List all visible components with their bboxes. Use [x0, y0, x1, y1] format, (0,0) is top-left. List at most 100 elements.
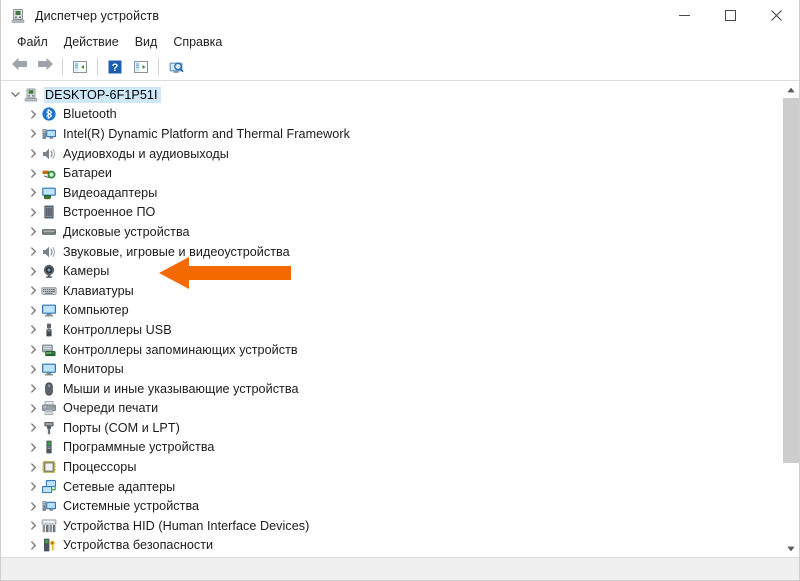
tree-item-computer[interactable]: Компьютер [1, 301, 782, 321]
chevron-right-icon[interactable] [25, 381, 41, 397]
chevron-right-icon[interactable] [25, 479, 41, 495]
port-icon [41, 420, 57, 436]
tree-item-system-devices[interactable]: Системные устройства [1, 496, 782, 516]
firmware-icon [41, 204, 57, 220]
tree-item-label: Батареи [63, 166, 113, 181]
chevron-down-icon[interactable] [7, 87, 23, 103]
toolbar: ? [1, 53, 799, 81]
tree-item-firmware[interactable]: Встроенное ПО [1, 203, 782, 223]
chevron-right-icon[interactable] [25, 224, 41, 240]
tree-item-sound-video-game[interactable]: Звуковые, игровые и видеоустройства [1, 242, 782, 262]
tree-item-label: Дисковые устройства [63, 224, 190, 239]
chevron-right-icon[interactable] [25, 185, 41, 201]
tree-item-display-adapters[interactable]: Видеоадаптеры [1, 183, 782, 203]
tree-item-intel-dynamic-platform[interactable]: Intel(R) Dynamic Platform and Thermal Fr… [1, 124, 782, 144]
menu-view[interactable]: Вид [127, 33, 166, 51]
tree-item-software-devices[interactable]: Программные устройства [1, 438, 782, 458]
device-tree[interactable]: DESKTOP-6F1P51I Bluetooth Intel(R) Dynam… [1, 81, 782, 557]
tree-item-storage-controllers[interactable]: Контроллеры запоминающих устройств [1, 340, 782, 360]
tree-root-label: DESKTOP-6F1P51I [44, 86, 161, 103]
tree-item-label: Intel(R) Dynamic Platform and Thermal Fr… [63, 126, 350, 141]
tree-item-label: Сетевые адаптеры [63, 479, 176, 494]
speaker-icon [41, 146, 57, 162]
arrow-right-icon [37, 57, 54, 76]
tree-item-security-devices[interactable]: Устройства безопасности [1, 536, 782, 556]
speaker-icon [41, 244, 57, 260]
properties-icon [133, 59, 149, 75]
tree-item-imaging-devices[interactable]: Устройства обработки изображений [1, 555, 782, 557]
tree-item-label: Видеоадаптеры [63, 185, 158, 200]
tree-item-keyboards[interactable]: Клавиатуры [1, 281, 782, 301]
tree-item-batteries[interactable]: Батареи [1, 163, 782, 183]
chevron-right-icon[interactable] [25, 420, 41, 436]
tree-root-item[interactable]: DESKTOP-6F1P51I [1, 85, 782, 105]
chevron-right-icon[interactable] [25, 322, 41, 338]
tree-item-monitors[interactable]: Мониторы [1, 359, 782, 379]
chevron-right-icon[interactable] [25, 518, 41, 534]
software-device-icon [41, 439, 57, 455]
tree-item-label: Аудиовходы и аудиовыходы [63, 146, 229, 161]
menu-help[interactable]: Справка [165, 33, 230, 51]
window-title: Диспетчер устройств [35, 8, 160, 23]
chevron-right-icon[interactable] [25, 146, 41, 162]
scrollbar-down-arrow[interactable] [783, 540, 799, 557]
show-hide-console-tree-button[interactable] [67, 55, 93, 79]
tree-item-print-queues[interactable]: Очереди печати [1, 399, 782, 419]
scan-hardware-changes-button[interactable] [163, 55, 189, 79]
chevron-right-icon[interactable] [25, 498, 41, 514]
tree-item-ports[interactable]: Порты (COM и LPT) [1, 418, 782, 438]
tree-item-disk-drives[interactable]: Дисковые устройства [1, 222, 782, 242]
tree-item-hid-devices[interactable]: Устройства HID (Human Interface Devices) [1, 516, 782, 536]
menu-action[interactable]: Действие [56, 33, 127, 51]
chevron-right-icon[interactable] [25, 126, 41, 142]
chevron-right-icon[interactable] [25, 439, 41, 455]
scrollbar-thumb[interactable] [783, 98, 799, 463]
chevron-right-icon[interactable] [25, 244, 41, 260]
chevron-right-icon[interactable] [25, 302, 41, 318]
content-area: DESKTOP-6F1P51I Bluetooth Intel(R) Dynam… [1, 81, 799, 557]
back-button[interactable] [6, 55, 32, 79]
tree-item-bluetooth[interactable]: Bluetooth [1, 105, 782, 125]
forward-button[interactable] [32, 55, 58, 79]
tree-item-audio-io[interactable]: Аудиовходы и аудиовыходы [1, 144, 782, 164]
help-question-icon: ? [107, 59, 123, 75]
menu-bar: Файл Действие Вид Справка [1, 31, 799, 53]
chevron-right-icon[interactable] [25, 204, 41, 220]
help-button[interactable]: ? [102, 55, 128, 79]
close-button[interactable] [753, 0, 799, 31]
tree-item-label: Очереди печати [63, 401, 159, 416]
tree-item-label: Процессоры [63, 460, 137, 475]
network-adapter-icon [41, 479, 57, 495]
system-device-icon [41, 498, 57, 514]
title-bar: Диспетчер устройств [1, 0, 799, 31]
minimize-button[interactable] [661, 0, 707, 31]
chevron-right-icon[interactable] [25, 263, 41, 279]
tree-item-cameras[interactable]: Камеры [1, 261, 782, 281]
system-device-icon [41, 126, 57, 142]
tree-item-mice[interactable]: Мыши и иные указывающие устройства [1, 379, 782, 399]
monitor-icon [41, 302, 57, 318]
tree-item-processors[interactable]: Процессоры [1, 457, 782, 477]
camera-icon [41, 263, 57, 279]
console-tree-icon [72, 59, 88, 75]
scrollbar-up-arrow[interactable] [783, 81, 799, 98]
window-controls [661, 0, 799, 31]
chevron-right-icon[interactable] [25, 459, 41, 475]
menu-file[interactable]: Файл [9, 33, 56, 51]
maximize-button[interactable] [707, 0, 753, 31]
tree-item-usb-controllers[interactable]: Контроллеры USB [1, 320, 782, 340]
chevron-right-icon[interactable] [25, 400, 41, 416]
scrollbar-track[interactable] [783, 98, 799, 540]
tree-item-network-adapters[interactable]: Сетевые адаптеры [1, 477, 782, 497]
chevron-right-icon[interactable] [25, 342, 41, 358]
chevron-right-icon[interactable] [25, 283, 41, 299]
chevron-right-icon[interactable] [25, 165, 41, 181]
chevron-right-icon[interactable] [25, 537, 41, 553]
chevron-right-icon[interactable] [25, 106, 41, 122]
device-manager-window: Диспетчер устройств Файл Действие Вид Сп… [0, 0, 800, 581]
chevron-right-icon[interactable] [25, 361, 41, 377]
tree-item-label: Звуковые, игровые и видеоустройства [63, 244, 290, 259]
properties-button[interactable] [128, 55, 154, 79]
vertical-scrollbar[interactable] [782, 81, 799, 557]
device-manager-icon [10, 8, 26, 24]
